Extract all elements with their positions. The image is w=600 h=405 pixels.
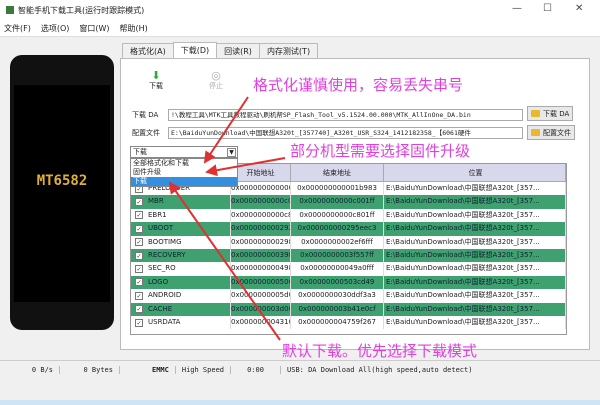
annotation-default-download: 默认下载。优先选择下载模式 bbox=[282, 342, 478, 360]
annotation-format-warning: 格式化谨慎使用，容易丢失串号 bbox=[253, 76, 464, 94]
arrow-to-download-option bbox=[168, 181, 281, 341]
arrow-to-firmware-option bbox=[205, 157, 286, 177]
arrow-to-format-option bbox=[203, 96, 249, 164]
annotation-firmware-upgrade: 部分机型需要选择固件升级 bbox=[290, 142, 471, 160]
